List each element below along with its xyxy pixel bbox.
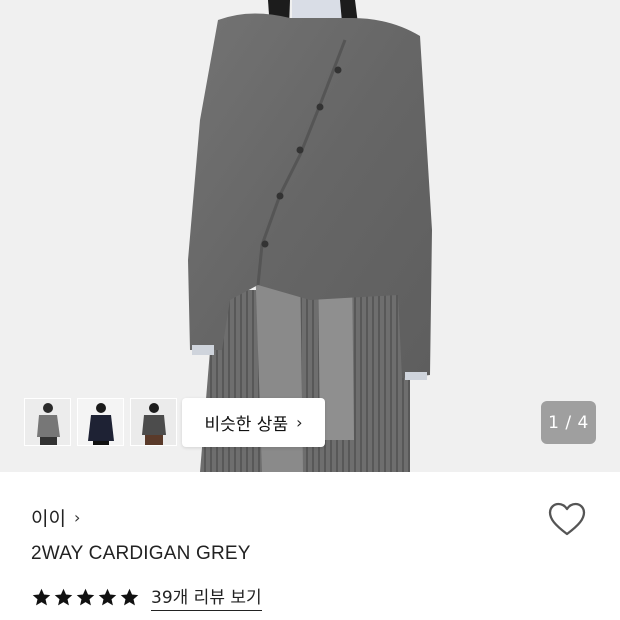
thumbnail-navy-look[interactable]: [77, 398, 124, 446]
brand-link[interactable]: 이이 ›: [31, 504, 80, 531]
thumbnail-strip: [24, 398, 177, 446]
thumbnail-grey-look[interactable]: [24, 398, 71, 446]
star-filled-icon: [32, 588, 51, 605]
reviews-link[interactable]: 39개 리뷰 보기: [151, 583, 262, 611]
star-filled-icon: [76, 588, 95, 605]
heart-outline-icon[interactable]: [547, 500, 587, 540]
image-counter: 1 / 4: [541, 401, 596, 444]
similar-products-button[interactable]: 비슷한 상품 ›: [182, 398, 325, 447]
star-filled-icon: [120, 588, 139, 605]
rating-row: 39개 리뷰 보기: [31, 583, 262, 611]
product-name: 2WAY CARDIGAN GREY: [31, 543, 251, 564]
similar-products-label: 비슷한 상품: [204, 415, 289, 435]
star-rating: [31, 587, 140, 608]
product-image-carousel[interactable]: 비슷한 상품 › 1 / 4: [0, 0, 620, 472]
chevron-right-icon: ›: [73, 508, 81, 527]
star-filled-icon: [54, 588, 73, 605]
brand-name: 이이: [31, 508, 66, 530]
star-filled-icon: [98, 588, 117, 605]
thumbnail-charcoal-look[interactable]: [130, 398, 177, 446]
chevron-right-icon: ›: [296, 413, 303, 432]
